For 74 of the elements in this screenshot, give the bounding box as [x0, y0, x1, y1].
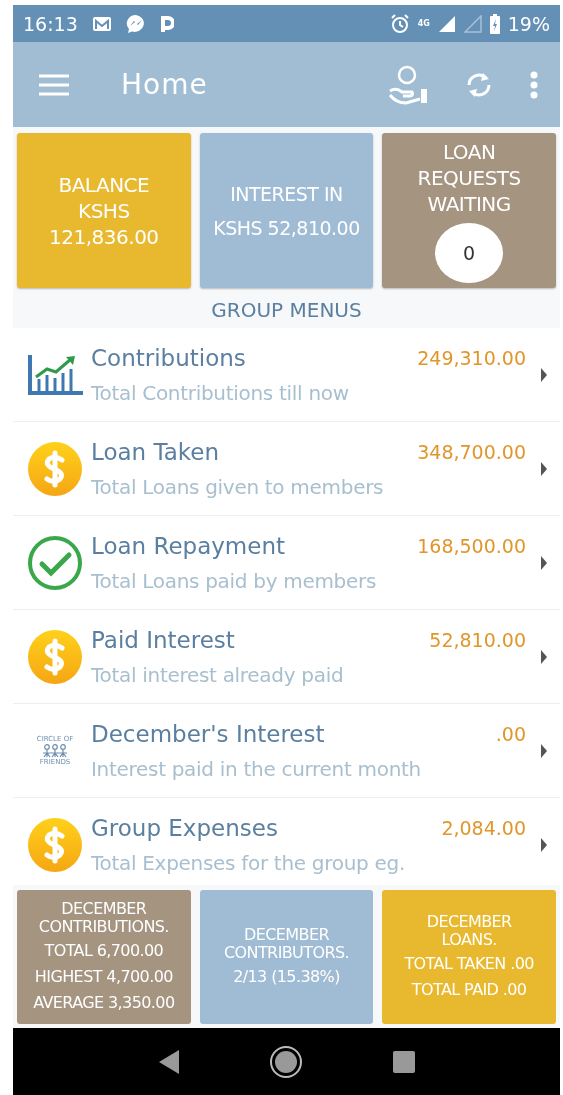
chevron-right-icon — [540, 366, 548, 383]
p-icon — [159, 14, 174, 33]
count-badge: 0 — [435, 222, 504, 283]
tile-heading: CONTRIBUTIONS. — [38, 918, 169, 936]
menu-subtitle: Total interest already paid — [91, 662, 345, 687]
tile-text: HIGHEST 4,700.00 — [34, 966, 173, 988]
tile-text: WAITING — [427, 190, 511, 217]
chevron-right-icon — [540, 742, 548, 759]
menu-item[interactable]: Loan Taken 348,700.00 Total Loans given to members — [13, 422, 560, 516]
more-options-icon[interactable] — [530, 70, 538, 99]
amount: 52,810.00 — [429, 628, 526, 651]
tile-heading: DECEMBER — [60, 900, 148, 918]
signal-icon — [437, 14, 456, 33]
mail-icon — [91, 15, 112, 32]
checkmark-circle-icon — [27, 534, 83, 591]
tile-heading: CONTRIBUTORS. — [224, 944, 349, 962]
tile-text: TOTAL TAKEN .00 — [404, 953, 534, 975]
menu-item[interactable]: Contributions 249,310.00 Total Contributions till now — [13, 328, 560, 422]
tile-text: TOTAL PAID .00 — [411, 979, 527, 1001]
menu-subtitle: Interest paid in the current month — [91, 756, 422, 781]
menu-title: Loan Taken — [91, 438, 221, 465]
battery-icon — [489, 13, 500, 34]
chevron-right-icon — [540, 648, 548, 665]
menu-item[interactable]: Group Expenses 2,084.00 Total Expenses for the group eg. — [13, 798, 560, 885]
menu-subtitle: Total Loans given to members — [91, 474, 385, 499]
menu-subtitle: Total Loans paid by members — [91, 568, 378, 593]
amount: 348,700.00 — [417, 440, 526, 463]
tile-text: TOTAL 6,700.00 — [44, 940, 164, 962]
menu-title: December's Interest — [91, 720, 326, 747]
alarm-clock-icon — [389, 13, 410, 34]
tile-heading: LOANS. — [440, 931, 498, 949]
tile-text: AVERAGE 3,350.00 — [33, 992, 175, 1014]
empty-signal-icon — [463, 14, 482, 33]
tile-text: 2/13 (15.38%) — [233, 966, 340, 988]
tile-text: REQUESTS — [417, 164, 521, 191]
hand-coin-icon[interactable] — [388, 64, 428, 105]
chat-bubble-icon — [125, 13, 146, 34]
dollar-coin-icon — [27, 628, 83, 685]
chevron-right-icon — [540, 460, 548, 477]
menu-icon[interactable] — [39, 73, 69, 96]
dollar-coin-icon — [27, 816, 83, 873]
section-title: GROUP MENUS — [210, 297, 363, 324]
tile-heading: DECEMBER — [243, 926, 330, 944]
summary-tile[interactable]: LOAN REQUESTS WAITING 0 — [382, 133, 556, 288]
menu-title: Contributions — [91, 344, 247, 371]
tile-text: KSHS 52,810.00 — [213, 215, 360, 241]
menu-title: Loan Repayment — [91, 532, 287, 559]
recents-icon[interactable] — [391, 1049, 416, 1074]
dollar-coin-icon — [27, 440, 83, 497]
amount: 2,084.00 — [441, 816, 526, 839]
tile-heading: DECEMBER — [426, 913, 512, 931]
home-icon[interactable] — [269, 1044, 304, 1079]
menu-title: Group Expenses — [91, 814, 279, 841]
menu-item[interactable]: Loan Repayment 168,500.00 Total Loans paid by members — [13, 516, 560, 610]
amount: 249,310.00 — [417, 346, 526, 369]
back-icon[interactable] — [157, 1048, 182, 1075]
menu-subtitle: Total Expenses for the group eg. — [91, 850, 406, 875]
tile-text: 121,836.00 — [49, 223, 159, 250]
page-title: Home — [121, 68, 209, 101]
menu-subtitle: Total Contributions till now — [91, 380, 350, 405]
menu-item[interactable]: Paid Interest 52,810.00 Total interest already paid — [13, 610, 560, 704]
chevron-right-icon — [540, 836, 548, 853]
clock-time: 16:13 — [23, 12, 78, 35]
tile-text: INTEREST IN — [230, 181, 343, 207]
tile-text: BALANCE — [58, 171, 150, 198]
amount: .00 — [495, 722, 526, 745]
chevron-right-icon — [540, 554, 548, 571]
network-type: 4G — [417, 19, 430, 28]
tile-text: KSHS — [78, 197, 130, 224]
tile-text: LOAN — [442, 138, 496, 165]
amount: 168,500.00 — [417, 534, 526, 557]
summary-tile[interactable]: DECEMBER CONTRIBUTIONS. TOTAL 6,700.00 HIGHEST 4,700.00 AVERAGE 3,350.00 — [17, 890, 191, 1024]
battery-percent: 19% — [507, 12, 550, 35]
menu-title: Paid Interest — [91, 626, 236, 653]
